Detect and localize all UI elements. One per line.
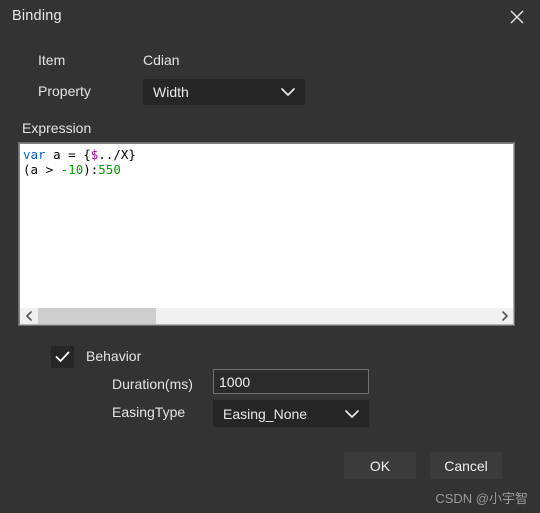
- check-icon: [55, 351, 70, 362]
- code-token-plain: ../X}: [98, 147, 136, 162]
- chevron-down-icon: [345, 409, 359, 418]
- item-label: Item: [38, 52, 66, 68]
- easing-type-dropdown-value: Easing_None: [223, 405, 308, 422]
- code-token-plain: (a >: [23, 162, 61, 177]
- cancel-button[interactable]: Cancel: [430, 452, 502, 479]
- property-dropdown[interactable]: Width: [143, 79, 305, 105]
- behavior-label: Behavior: [86, 348, 142, 364]
- code-token-plain: ):: [83, 162, 99, 177]
- code-token-number: 550: [98, 162, 121, 177]
- property-label: Property: [38, 83, 91, 99]
- duration-input[interactable]: [213, 369, 369, 394]
- chevron-down-icon: [281, 88, 295, 97]
- title-bar: Binding: [0, 0, 540, 36]
- expression-label: Expression: [22, 120, 92, 136]
- duration-label: Duration(ms): [112, 376, 193, 392]
- code-token-plain: a = {: [45, 147, 91, 162]
- chevron-left-icon[interactable]: [20, 308, 37, 324]
- binding-dialog: Binding Item Cdian Property Width Expres…: [0, 0, 540, 513]
- item-value: Cdian: [143, 52, 180, 68]
- easing-type-dropdown[interactable]: Easing_None: [213, 400, 369, 427]
- scrollbar-thumb[interactable]: [38, 308, 156, 324]
- chevron-right-icon[interactable]: [496, 308, 513, 324]
- window-title: Binding: [12, 8, 62, 24]
- close-icon[interactable]: [502, 4, 532, 30]
- expression-editor[interactable]: var a = {$../X} (a > -10):550: [19, 143, 514, 325]
- editor-horizontal-scrollbar[interactable]: [20, 307, 513, 324]
- ok-button[interactable]: OK: [344, 452, 416, 479]
- code-token-number: -10: [60, 162, 84, 177]
- behavior-checkbox[interactable]: [51, 346, 74, 368]
- property-dropdown-value: Width: [153, 84, 189, 100]
- expression-code-area[interactable]: var a = {$../X} (a > -10):550: [20, 144, 513, 307]
- watermark: CSDN @小宇智: [435, 491, 528, 506]
- code-token-keyword: var: [23, 147, 46, 162]
- easing-type-label: EasingType: [112, 404, 186, 420]
